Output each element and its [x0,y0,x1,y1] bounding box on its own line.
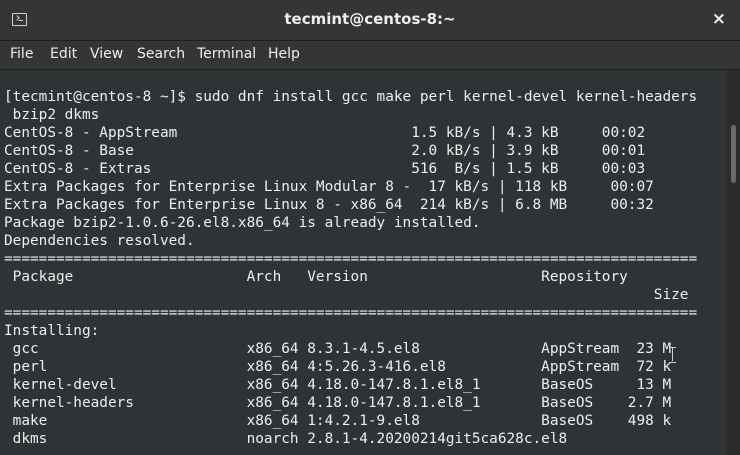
terminal-line: CentOS-8 - Extras 516 B/s | 1.5 kB 00:03 [4,161,646,177]
scrollbar[interactable] [727,70,740,455]
menu-help[interactable]: Help [268,46,300,62]
menu-file[interactable]: File [10,46,33,62]
terminal-line: kernel-devel x86_64 4.18.0-147.8.1.el8_1… [4,377,672,393]
terminal-line: ========================================… [4,305,698,321]
window-title: tecmint@centos-8:~ [284,10,456,28]
menu-view[interactable]: View [90,46,123,62]
menu-terminal[interactable]: Terminal [197,46,256,62]
menu-edit[interactable]: Edit [50,46,77,62]
terminal-line: bzip2 dkms [4,107,100,123]
terminal-line: gcc x86_64 8.3.1-4.5.el8 AppStream 23 M [4,341,672,357]
title-bar[interactable]: tecmint@centos-8:~ × [0,0,740,41]
terminal-line: [tecmint@centos-8 ~]$ sudo dnf install g… [4,89,698,105]
terminal-line: CentOS-8 - AppStream 1.5 kB/s | 4.3 kB 0… [4,125,646,141]
terminal-line: Extra Packages for Enterprise Linux 8 - … [4,197,654,213]
terminal-line: Dependencies resolved. [4,233,195,249]
terminal-line: Size [4,287,689,303]
terminal-line: Package Arch Version Repository [4,269,628,285]
terminal-line: CentOS-8 - Base 2.0 kB/s | 3.9 kB 00:01 [4,143,646,159]
menu-search[interactable]: Search [137,46,185,62]
terminal-window: tecmint@centos-8:~ × File Edit View Sear… [0,0,740,455]
terminal-line: Extra Packages for Enterprise Linux Modu… [4,179,654,195]
scrollbar-thumb[interactable] [731,125,736,183]
close-icon[interactable]: × [712,9,726,29]
terminal-line: ========================================… [4,251,698,267]
terminal-line: make x86_64 1:4.2.1-9.el8 BaseOS 498 k [4,413,672,429]
terminal-line: perl x86_64 4:5.26.3-416.el8 AppStream 7… [4,359,672,375]
text-cursor-icon [669,345,677,363]
terminal-output[interactable]: [tecmint@centos-8 ~]$ sudo dnf install g… [0,70,727,455]
terminal-line: kernel-headers x86_64 4.18.0-147.8.1.el8… [4,395,672,411]
terminal-line: dkms noarch 2.8.1-4.20200214git5ca628c.e… [4,431,568,447]
terminal-line: Package bzip2-1.0.6-26.el8.x86_64 is alr… [4,215,481,231]
terminal-line: Installing: [4,323,100,339]
menu-bar: File Edit View Search Terminal Help [0,41,740,70]
